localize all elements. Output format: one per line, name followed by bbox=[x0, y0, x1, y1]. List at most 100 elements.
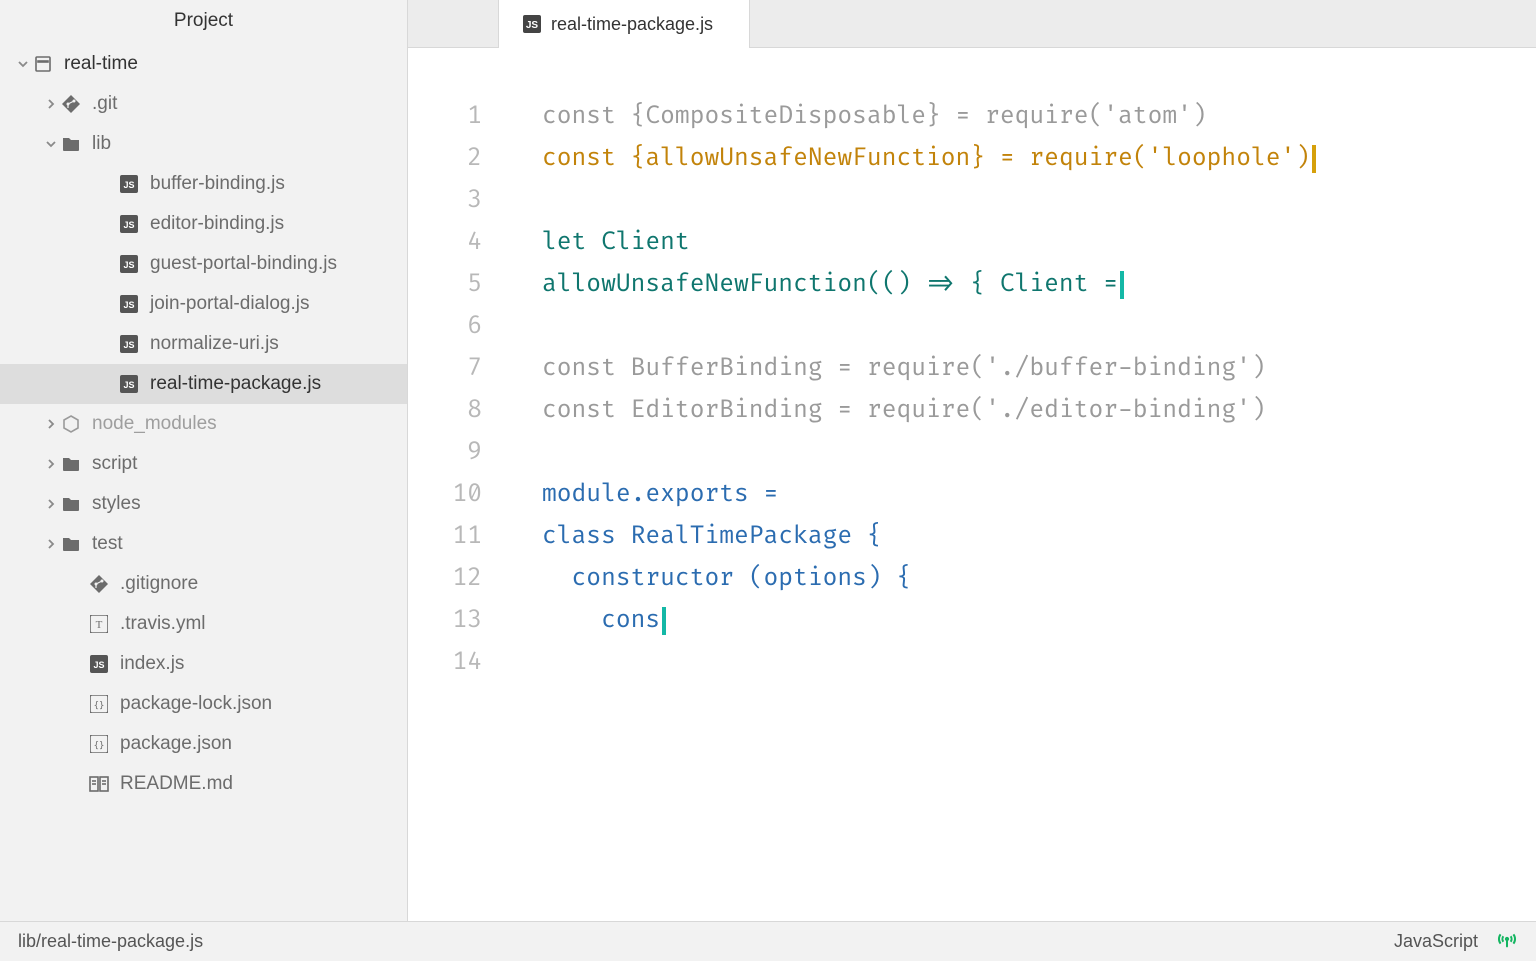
tab-bar: JS real-time-package.js bbox=[408, 0, 1536, 48]
tree-item-join-portal-dialog-js[interactable]: JS join-portal-dialog.js bbox=[0, 284, 407, 324]
sidebar-title: Project bbox=[0, 0, 407, 44]
code-line[interactable]: const EditorBinding = require('./editor-… bbox=[542, 390, 1536, 432]
code-content[interactable]: const {CompositeDisposable} = require('a… bbox=[506, 96, 1536, 921]
folder-icon bbox=[60, 135, 82, 153]
project-icon bbox=[32, 54, 54, 74]
line-number: 10 bbox=[408, 474, 482, 516]
tree-item-label: buffer-binding.js bbox=[150, 173, 285, 195]
js-icon: JS bbox=[118, 255, 140, 273]
code-line[interactable]: let Client bbox=[542, 222, 1536, 264]
chevron-icon[interactable] bbox=[42, 98, 60, 110]
tree-item-test[interactable]: test bbox=[0, 524, 407, 564]
js-icon: JS bbox=[118, 375, 140, 393]
tree-item-lib[interactable]: lib bbox=[0, 124, 407, 164]
code-line[interactable] bbox=[542, 432, 1536, 474]
remote-cursor bbox=[1312, 145, 1316, 173]
code-line[interactable] bbox=[542, 180, 1536, 222]
gitignore-icon bbox=[88, 574, 110, 594]
js-icon: JS bbox=[118, 295, 140, 313]
status-bar: lib/real-time-package.js JavaScript bbox=[0, 921, 1536, 961]
line-number: 11 bbox=[408, 516, 482, 558]
tree-item-package-json[interactable]: {} package.json bbox=[0, 724, 407, 764]
tree-item-label: normalize-uri.js bbox=[150, 333, 279, 355]
tree-item-label: guest-portal-binding.js bbox=[150, 253, 337, 275]
js-icon: JS bbox=[118, 335, 140, 353]
js-icon: JS bbox=[523, 15, 541, 33]
svg-text:{}: {} bbox=[94, 741, 105, 751]
code-line[interactable]: const {CompositeDisposable} = require('a… bbox=[542, 96, 1536, 138]
chevron-icon[interactable] bbox=[42, 538, 60, 550]
tree-item-index-js[interactable]: JS index.js bbox=[0, 644, 407, 684]
tree-item-real-time[interactable]: real-time bbox=[0, 44, 407, 84]
broadcast-icon[interactable] bbox=[1496, 928, 1518, 955]
tree-item-label: package.json bbox=[120, 733, 232, 755]
tree-item-package-lock-json[interactable]: {}package-lock.json bbox=[0, 684, 407, 724]
tree-item-node-modules[interactable]: node_modules bbox=[0, 404, 407, 444]
line-number: 12 bbox=[408, 558, 482, 600]
tree-item--travis-yml[interactable]: T .travis.yml bbox=[0, 604, 407, 644]
tree-item-label: script bbox=[92, 453, 137, 475]
tree-item-label: join-portal-dialog.js bbox=[150, 293, 309, 315]
tab-active[interactable]: JS real-time-package.js bbox=[498, 0, 750, 48]
tree-item-readme-md[interactable]: README.md bbox=[0, 764, 407, 804]
node-icon bbox=[60, 414, 82, 434]
tree-item-label: editor-binding.js bbox=[150, 213, 284, 235]
code-line[interactable]: module.exports = bbox=[542, 474, 1536, 516]
project-sidebar: Project real-time .git lib JS buffer-binding… bbox=[0, 0, 408, 921]
code-line[interactable]: allowUnsafeNewFunction(() => { Client = bbox=[542, 264, 1536, 306]
code-line[interactable] bbox=[542, 642, 1536, 684]
chevron-icon[interactable] bbox=[42, 498, 60, 510]
tree-item-label: .gitignore bbox=[120, 573, 198, 595]
tree-item--git[interactable]: .git bbox=[0, 84, 407, 124]
remote-cursor bbox=[662, 607, 666, 635]
tree-item--gitignore[interactable]: .gitignore bbox=[0, 564, 407, 604]
tree-item-label: .travis.yml bbox=[120, 613, 206, 635]
code-line[interactable]: const {allowUnsafeNewFunction} = require… bbox=[542, 138, 1536, 180]
line-number: 4 bbox=[408, 222, 482, 264]
yml-icon: T bbox=[88, 615, 110, 633]
line-number: 9 bbox=[408, 432, 482, 474]
svg-text:JS: JS bbox=[123, 180, 134, 190]
code-line[interactable]: class RealTimePackage { bbox=[542, 516, 1536, 558]
chevron-icon[interactable] bbox=[42, 458, 60, 470]
code-line[interactable] bbox=[542, 306, 1536, 348]
tree-item-label: README.md bbox=[120, 773, 233, 795]
js-icon: JS bbox=[118, 175, 140, 193]
js-icon: JS bbox=[118, 215, 140, 233]
line-number: 5 bbox=[408, 264, 482, 306]
line-number: 13 bbox=[408, 600, 482, 642]
status-language[interactable]: JavaScript bbox=[1394, 931, 1478, 952]
tree-item-script[interactable]: script bbox=[0, 444, 407, 484]
tree-item-normalize-uri-js[interactable]: JS normalize-uri.js bbox=[0, 324, 407, 364]
code-line[interactable]: const BufferBinding = require('./buffer-… bbox=[542, 348, 1536, 390]
file-tree: real-time .git lib JS buffer-binding.js JS edi… bbox=[0, 44, 407, 921]
chevron-icon[interactable] bbox=[42, 418, 60, 430]
tree-item-real-time-package-js[interactable]: JSreal-time-package.js bbox=[0, 364, 407, 404]
svg-text:JS: JS bbox=[123, 220, 134, 230]
svg-text:JS: JS bbox=[123, 380, 134, 390]
code-line[interactable]: constructor (options) { bbox=[542, 558, 1536, 600]
tree-item-styles[interactable]: styles bbox=[0, 484, 407, 524]
tree-item-editor-binding-js[interactable]: JS editor-binding.js bbox=[0, 204, 407, 244]
tree-item-buffer-binding-js[interactable]: JS buffer-binding.js bbox=[0, 164, 407, 204]
code-line[interactable]: cons bbox=[542, 600, 1536, 642]
tree-item-label: test bbox=[92, 533, 123, 555]
tree-item-label: .git bbox=[92, 93, 117, 115]
code-area[interactable]: 1234567891011121314 const {CompositeDisp… bbox=[408, 48, 1536, 921]
line-number: 14 bbox=[408, 642, 482, 684]
svg-text:T: T bbox=[96, 619, 103, 631]
svg-text:JS: JS bbox=[123, 300, 134, 310]
tree-item-label: node_modules bbox=[92, 413, 217, 435]
js-icon: JS bbox=[88, 655, 110, 673]
folder-icon bbox=[60, 535, 82, 553]
svg-text:JS: JS bbox=[123, 340, 134, 350]
remote-cursor bbox=[1120, 271, 1124, 299]
line-number: 3 bbox=[408, 180, 482, 222]
chevron-icon[interactable] bbox=[14, 58, 32, 70]
chevron-icon[interactable] bbox=[42, 138, 60, 150]
tree-item-label: index.js bbox=[120, 653, 184, 675]
git-icon bbox=[60, 94, 82, 114]
tree-item-guest-portal-binding-js[interactable]: JS guest-portal-binding.js bbox=[0, 244, 407, 284]
svg-text:JS: JS bbox=[123, 260, 134, 270]
json-icon: {} bbox=[88, 735, 110, 753]
